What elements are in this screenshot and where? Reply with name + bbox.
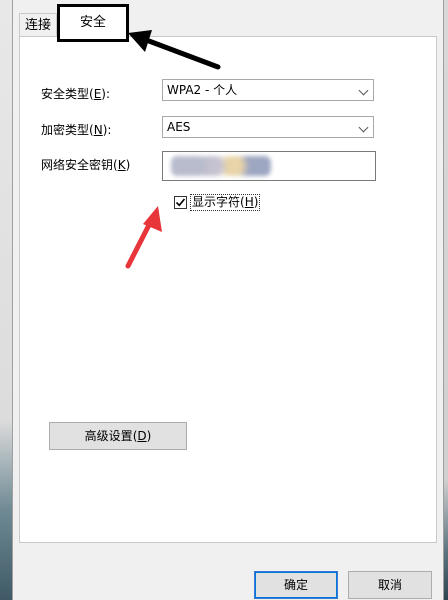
network-key-input[interactable] (162, 151, 376, 181)
encryption-type-dropdown[interactable]: AES (162, 116, 374, 138)
encryption-type-value: AES (167, 120, 191, 134)
show-characters-label[interactable]: 显示字符(H) (190, 194, 261, 211)
security-type-dropdown[interactable]: WPA2 - 个人 (162, 79, 374, 101)
cancel-button[interactable]: 取消 (348, 571, 432, 599)
security-panel (19, 36, 437, 543)
network-key-label: 网络安全密钥(K) (41, 158, 131, 172)
security-type-value: WPA2 - 个人 (167, 83, 238, 97)
encryption-type-label: 加密类型(N): (41, 123, 112, 137)
chevron-down-icon (358, 122, 369, 133)
checkmark-icon (175, 198, 186, 207)
ok-button[interactable]: 确定 (254, 571, 338, 599)
tab-security[interactable]: 安全 (57, 4, 129, 42)
tab-connection[interactable]: 连接 (19, 13, 57, 37)
show-characters-checkbox[interactable] (174, 196, 187, 209)
chevron-down-icon (358, 85, 369, 96)
desktop-background-left (0, 0, 12, 600)
security-type-label: 安全类型(E): (41, 87, 111, 101)
blurred-password (171, 156, 271, 176)
wifi-properties-window: 连接 安全 安全类型(E): WPA2 - 个人 加密类型(N): AES 网络… (12, 0, 444, 600)
advanced-settings-button[interactable]: 高级设置(D) (49, 422, 187, 450)
